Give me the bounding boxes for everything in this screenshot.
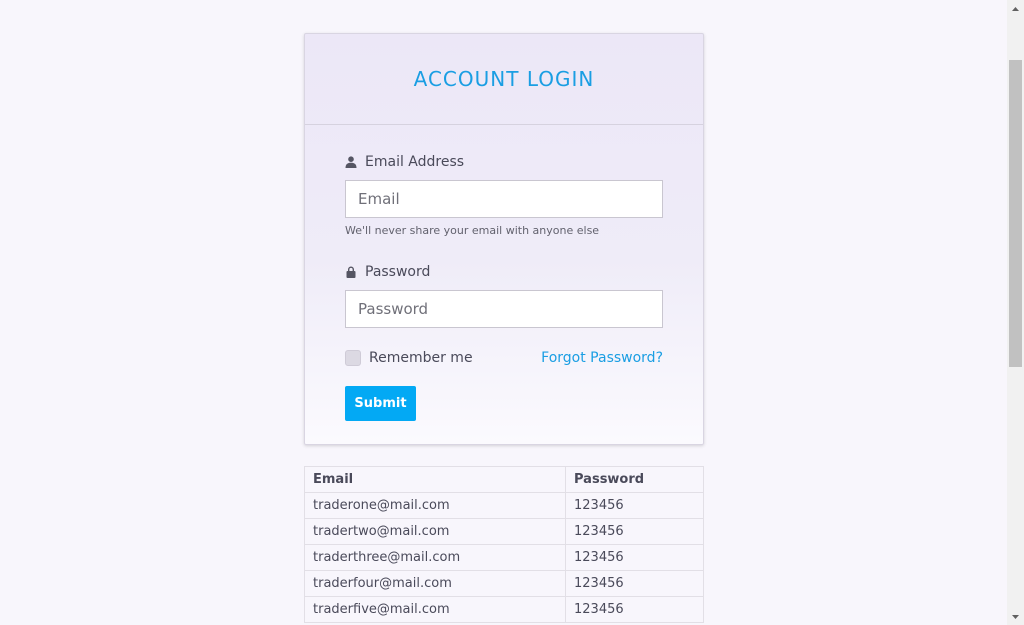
lock-icon — [346, 266, 356, 278]
table-row: traderfour@mail.com 123456 — [304, 570, 704, 597]
row-password: 123456 — [565, 544, 704, 571]
scroll-thumb[interactable] — [1009, 60, 1022, 367]
row-email: traderone@mail.com — [304, 492, 566, 519]
row-email: traderfour@mail.com — [304, 570, 566, 597]
login-card: ACCOUNT LOGIN Email Address We'll never … — [304, 33, 704, 445]
password-label-text: Password — [365, 264, 431, 280]
submit-button[interactable]: Submit — [345, 386, 416, 421]
row-password: 123456 — [565, 596, 704, 623]
row-password: 123456 — [565, 492, 704, 519]
row-password: 123456 — [565, 570, 704, 597]
page: ACCOUNT LOGIN Email Address We'll never … — [0, 0, 1007, 625]
row-email: traderthree@mail.com — [304, 544, 566, 571]
table-header-row: Email Password — [304, 466, 704, 493]
login-options: Remember me Forgot Password? — [345, 348, 663, 368]
column-header-email: Email — [304, 466, 566, 493]
page-title: ACCOUNT LOGIN — [413, 67, 595, 91]
password-input[interactable] — [345, 290, 663, 328]
email-label-text: Email Address — [365, 154, 465, 170]
credentials-table: Email Password traderone@mail.com 123456… — [304, 466, 704, 623]
table-row: traderfive@mail.com 123456 — [304, 596, 704, 623]
remember-checkbox[interactable] — [345, 350, 361, 366]
page-scrollbar[interactable] — [1007, 0, 1024, 625]
forgot-password-link[interactable]: Forgot Password? — [541, 350, 663, 366]
row-password: 123456 — [565, 518, 704, 545]
table-row: traderone@mail.com 123456 — [304, 492, 704, 519]
password-label: Password — [345, 262, 663, 282]
row-email: tradertwo@mail.com — [304, 518, 566, 545]
user-icon — [345, 156, 357, 168]
row-email: traderfive@mail.com — [304, 596, 566, 623]
remember-label: Remember me — [369, 350, 473, 366]
scroll-down-icon[interactable] — [1007, 608, 1024, 625]
email-input[interactable] — [345, 180, 663, 218]
remember-me[interactable]: Remember me — [345, 350, 473, 366]
card-header: ACCOUNT LOGIN — [305, 34, 703, 125]
table-row: tradertwo@mail.com 123456 — [304, 518, 704, 545]
column-header-password: Password — [565, 466, 704, 493]
table-row: traderthree@mail.com 123456 — [304, 544, 704, 571]
login-form: Email Address We'll never share your ema… — [305, 125, 703, 421]
email-label: Email Address — [345, 152, 663, 172]
scroll-up-icon[interactable] — [1007, 0, 1024, 17]
email-help-text: We'll never share your email with anyone… — [345, 224, 600, 237]
